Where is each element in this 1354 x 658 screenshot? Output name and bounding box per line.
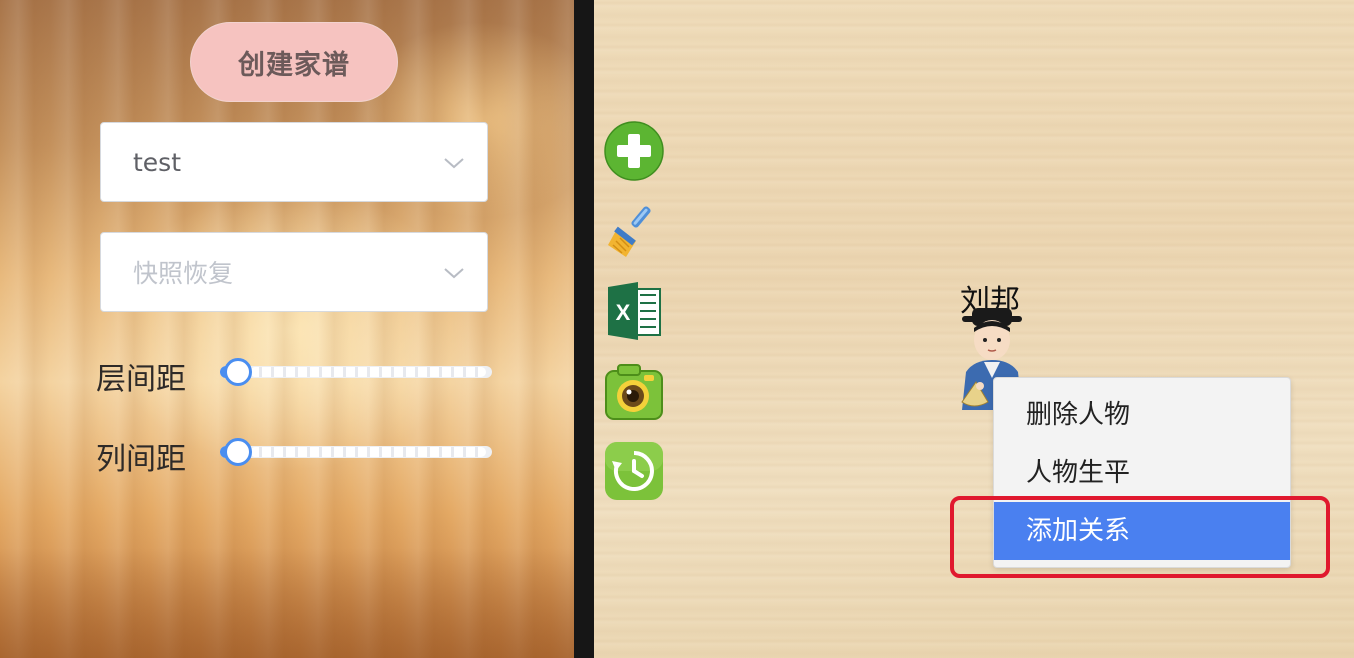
svg-text:X: X	[616, 300, 631, 325]
camera-icon[interactable]	[604, 361, 664, 421]
broom-icon[interactable]	[604, 201, 664, 261]
chevron-down-icon	[444, 158, 464, 169]
column-spacing-slider[interactable]	[220, 446, 492, 458]
layer-spacing-slider-thumb[interactable]	[224, 358, 252, 386]
menu-item-delete-person[interactable]: 删除人物	[994, 386, 1290, 444]
annotation-highlight-box	[950, 496, 1330, 578]
slider-stops	[250, 367, 486, 377]
history-icon[interactable]	[604, 441, 664, 501]
column-spacing-label: 列间距	[96, 442, 186, 477]
add-icon[interactable]	[604, 121, 664, 181]
family-select-value: test	[133, 147, 182, 177]
chevron-down-icon	[444, 268, 464, 279]
create-family-tree-button[interactable]: 创建家谱	[190, 22, 398, 102]
column-spacing-slider-thumb[interactable]	[224, 438, 252, 466]
left-panel: 创建家谱 test 快照恢复 层间距 列间距	[0, 0, 574, 658]
layer-spacing-slider[interactable]	[220, 366, 492, 378]
excel-icon[interactable]: X	[604, 281, 664, 341]
family-select[interactable]: test	[100, 122, 488, 202]
slider-stops	[250, 447, 486, 457]
menu-item-person-biography[interactable]: 人物生平	[994, 444, 1290, 502]
column-spacing-row: 列间距	[96, 432, 496, 477]
background-shade	[0, 548, 574, 658]
panel-divider[interactable]	[574, 0, 594, 658]
snapshot-select-placeholder: 快照恢复	[133, 259, 234, 288]
snapshot-restore-select[interactable]: 快照恢复	[100, 232, 488, 312]
layer-spacing-label: 层间距	[96, 362, 186, 397]
layer-spacing-row: 层间距	[96, 352, 496, 397]
